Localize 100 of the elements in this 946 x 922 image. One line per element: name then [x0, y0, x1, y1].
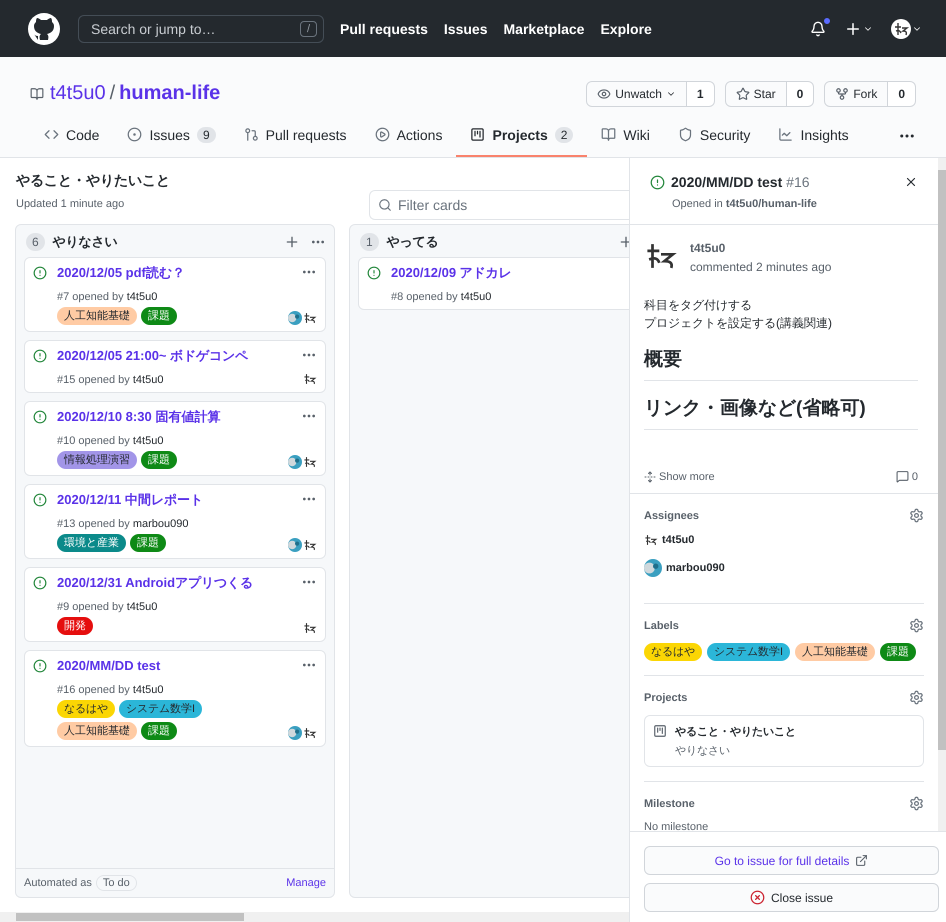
- repo-action-button[interactable]: Fork: [824, 80, 888, 106]
- card-title[interactable]: 2020/12/31 Androidアプリつくる: [57, 575, 254, 590]
- card-title[interactable]: 2020/12/09 アドカレ: [391, 265, 512, 280]
- author-link[interactable]: t4t5u0: [132, 374, 164, 386]
- close-issue-button[interactable]: Close issue: [644, 883, 939, 912]
- opened-in-text: Opened in: [672, 198, 724, 210]
- repo-tab[interactable]: Insights: [764, 114, 863, 157]
- action-count[interactable]: 0: [786, 80, 814, 106]
- issue-label[interactable]: 人工知能基礎: [57, 307, 137, 325]
- card-meta: #7 opened by: [57, 291, 125, 303]
- issue-label[interactable]: 情報処理演習: [57, 451, 137, 469]
- issue-card[interactable]: 2020/12/31 Androidアプリつくる #9 opened by t4t5u0 開発: [24, 567, 326, 642]
- repo-action-button[interactable]: Unwatch: [586, 80, 687, 106]
- issue-card[interactable]: 2020/12/09 アドカレ #8 opened by t4t5u0: [358, 257, 629, 310]
- comment-heading: リンク・画像など(省略可): [644, 395, 918, 430]
- comment-author[interactable]: t4t5u0: [690, 241, 832, 255]
- repo-name-link[interactable]: human-life: [119, 82, 220, 105]
- assignee-name[interactable]: marbou090: [666, 562, 725, 574]
- card-meta: #15 opened by: [57, 374, 131, 386]
- repo-tab[interactable]: Wiki: [587, 114, 664, 157]
- issue-label[interactable]: 課題: [141, 307, 177, 325]
- action-count[interactable]: 1: [686, 80, 715, 106]
- card-title[interactable]: 2020/12/05 21:00~ ボドゲコンペ: [57, 348, 248, 363]
- issue-card[interactable]: 2020/MM/DD test #16 opened by t4t5u0 なるはや システム数学I 人工知能基礎 課題: [24, 650, 326, 747]
- repo-tab[interactable]: Projects 2: [456, 114, 588, 157]
- repo-link[interactable]: t4t5u0/human-life: [726, 198, 817, 210]
- repo-action-button[interactable]: Star: [724, 80, 787, 106]
- card-title[interactable]: 2020/MM/DD test: [57, 658, 160, 673]
- nav-link[interactable]: Pull requests: [340, 20, 428, 36]
- issue-label[interactable]: なるはや: [57, 700, 115, 718]
- action-count[interactable]: 0: [888, 80, 916, 106]
- logo-icon[interactable]: [28, 12, 60, 44]
- unfold-icon: [644, 470, 656, 482]
- card-title[interactable]: 2020/12/11 中間レポート: [57, 492, 203, 507]
- search-field[interactable]: Search or jump to… /: [78, 14, 324, 42]
- issue-label[interactable]: 人工知能基礎: [795, 643, 876, 661]
- repo-icon: [30, 86, 44, 100]
- project-card[interactable]: やること・やりたいこと やりなさい: [644, 715, 924, 767]
- section-heading: Assignees: [644, 510, 700, 522]
- section-heading: Projects: [644, 692, 688, 704]
- code-icon: [44, 127, 59, 142]
- issue-card[interactable]: 2020/12/10 8:30 固有値計算 #10 opened by t4t5u0 情報処理演習 課題: [24, 401, 326, 476]
- automation-text: Automated as: [24, 877, 92, 889]
- preset-tag: To do: [96, 875, 137, 891]
- author-link[interactable]: t4t5u0: [132, 435, 164, 447]
- issue-label[interactable]: システム数学I: [707, 643, 790, 661]
- author-link[interactable]: t4t5u0: [460, 291, 492, 303]
- card-title[interactable]: 2020/12/10 8:30 固有値計算: [57, 409, 220, 424]
- repo-tab[interactable]: Pull requests: [230, 114, 361, 157]
- comment-count: 0: [896, 470, 918, 483]
- issues-icon: [127, 127, 142, 142]
- issue-label[interactable]: 環境と産業: [57, 534, 126, 552]
- manage-link[interactable]: Manage: [286, 877, 326, 889]
- issue-label[interactable]: システム数学I: [119, 700, 202, 718]
- issue-label[interactable]: 課題: [880, 643, 916, 661]
- author-link[interactable]: marbou090: [132, 518, 189, 530]
- settings-icon[interactable]: [909, 690, 924, 705]
- issue-card[interactable]: 2020/12/05 21:00~ ボドゲコンペ #15 opened by t4t5u0: [24, 340, 326, 393]
- issue-label[interactable]: 開発: [57, 617, 93, 635]
- author-link[interactable]: t4t5u0: [126, 291, 158, 303]
- column-count: 1: [360, 233, 379, 251]
- vertical-scrollbar[interactable]: [938, 158, 946, 831]
- updated-time: Updated 1 minute ago: [16, 198, 126, 210]
- avatar-icon: [288, 538, 302, 552]
- nav-link[interactable]: Marketplace: [504, 20, 584, 36]
- open-issue-button[interactable]: Go to issue for full details: [644, 846, 939, 875]
- issue-label[interactable]: 課題: [141, 451, 177, 469]
- tab-counter: 9: [196, 126, 216, 142]
- open-issue-icon: [33, 410, 47, 424]
- issue-label[interactable]: なるはや: [644, 643, 702, 661]
- issue-label[interactable]: 課題: [141, 722, 177, 740]
- repo-tab[interactable]: Issues 9: [113, 114, 230, 157]
- repo-tab[interactable]: Actions: [360, 114, 456, 157]
- issue-card[interactable]: 2020/12/11 中間レポート #13 opened by marbou090 環境と産業 課題: [24, 484, 326, 559]
- settings-icon[interactable]: [909, 508, 924, 523]
- repo-tab[interactable]: Security: [664, 114, 764, 157]
- card-title[interactable]: 2020/12/05 pdf読む？: [57, 265, 185, 280]
- filter-field[interactable]: Filter cards: [369, 190, 629, 220]
- settings-icon[interactable]: [909, 618, 924, 633]
- add-icon[interactable]: [284, 234, 300, 250]
- tab-counter: 2: [554, 126, 574, 142]
- insights-icon: [778, 127, 794, 142]
- avatar-menu[interactable]: [891, 18, 922, 38]
- open-issue-icon: [33, 349, 47, 363]
- repo-tab[interactable]: Code: [30, 114, 114, 157]
- issue-label[interactable]: 課題: [130, 534, 166, 552]
- issue-card[interactable]: 2020/12/05 pdf読む？ #7 opened by t4t5u0 人工知能基礎 課題: [24, 257, 326, 332]
- nav-link[interactable]: Issues: [444, 20, 488, 36]
- repo-owner-link[interactable]: t4t5u0: [50, 82, 106, 105]
- issue-label[interactable]: 人工知能基礎: [57, 722, 137, 740]
- section-heading: Labels: [644, 620, 679, 632]
- author-link[interactable]: t4t5u0: [132, 684, 164, 696]
- assignee-name[interactable]: t4t5u0: [662, 534, 694, 546]
- horizontal-scrollbar[interactable]: [0, 912, 629, 922]
- close-icon[interactable]: [904, 175, 918, 189]
- settings-icon[interactable]: [909, 796, 924, 811]
- open-issue-icon: [33, 493, 47, 507]
- author-link[interactable]: t4t5u0: [126, 601, 158, 613]
- nav-link[interactable]: Explore: [600, 20, 652, 36]
- show-more-link[interactable]: Show more: [644, 470, 715, 483]
